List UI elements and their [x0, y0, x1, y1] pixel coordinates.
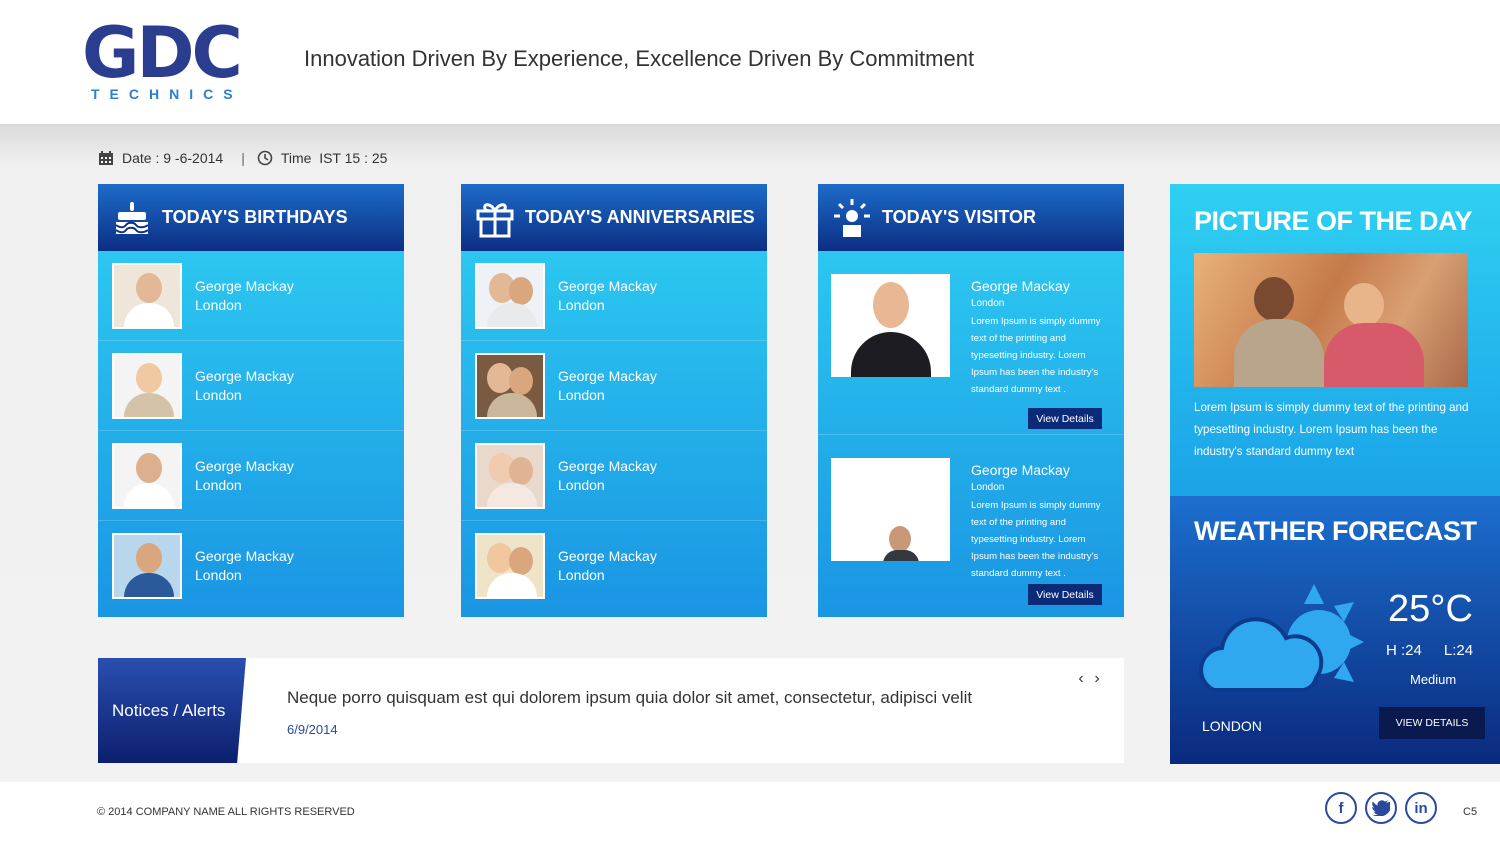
visitor-panel: TODAY'S VISITOR George Mackay London Lor… — [818, 184, 1124, 617]
list-item[interactable]: George Mackay London — [461, 251, 767, 341]
picture-of-day-panel: PICTURE OF THE DAY Lorem Ipsum is simply… — [1170, 184, 1500, 496]
person-name: George Mackay — [195, 548, 294, 564]
person-city: London — [195, 296, 242, 313]
anniversaries-panel: TODAY'S ANNIVERSARIES George Mackay Londo… — [461, 184, 767, 617]
birthdays-header: TODAY'S BIRTHDAYS — [98, 184, 404, 251]
notice-bar: Notices / Alerts Neque porro quisquam es… — [98, 658, 1124, 763]
list-item[interactable]: George Mackay London — [98, 251, 404, 341]
partly-cloudy-icon — [1199, 584, 1364, 692]
logo-subtext: TECHNICS — [91, 86, 243, 102]
separator: | — [241, 150, 245, 166]
time-label: Time — [280, 150, 312, 166]
visitor-description: Lorem Ipsum is simply dummy text of the … — [971, 316, 1101, 395]
anniversaries-title: TODAY'S ANNIVERSARIES — [525, 207, 755, 227]
list-item[interactable]: George Mackay London — [98, 341, 404, 431]
social-links: f in — [1325, 792, 1445, 824]
chevron-left-icon[interactable]: ‹ — [1073, 670, 1089, 688]
clock-icon — [257, 150, 273, 166]
view-details-button[interactable]: View Details — [1028, 584, 1102, 605]
visitor-city: London — [971, 298, 1005, 309]
picture-of-day-image[interactable] — [1194, 253, 1468, 387]
siren-icon — [830, 196, 874, 240]
person-city: London — [558, 296, 605, 313]
person-name: George Mackay — [195, 457, 294, 474]
person-name: George Mackay — [558, 277, 657, 294]
couple-photo — [475, 262, 545, 329]
picture-of-day-text: Lorem Ipsum is simply dummy text of the … — [1194, 401, 1469, 458]
notice-text: Neque porro quisquam est qui dolorem ips… — [287, 688, 973, 707]
person-city: London — [558, 476, 605, 493]
person-name: George Mackay — [558, 367, 657, 384]
weather-city: LONDON — [1202, 718, 1262, 734]
person-photo — [112, 533, 182, 599]
person-city: London — [195, 567, 242, 583]
linkedin-icon[interactable]: in — [1405, 792, 1437, 824]
date-time-bar: Date : 9 -6-2014 | Time IST 15 : 25 — [98, 149, 387, 167]
header: GDC TECHNICS Innovation Driven By Experi… — [0, 0, 1500, 124]
person-name: George Mackay — [195, 277, 294, 294]
visitor-header: TODAY'S VISITOR — [818, 184, 1124, 251]
notice-date: 6/9/2014 — [287, 722, 338, 737]
list-item[interactable]: George Mackay London — [461, 431, 767, 521]
visitor-photo — [831, 274, 950, 377]
person-name: George Mackay — [558, 548, 657, 564]
person-photo — [112, 442, 182, 509]
gift-icon — [473, 196, 517, 240]
high-temp: H :24 — [1386, 642, 1422, 659]
temperature: 25°C — [1388, 588, 1473, 630]
visitor-name: George Mackay — [971, 462, 1070, 478]
view-details-button[interactable]: View Details — [1028, 408, 1102, 429]
visitor-description: Lorem Ipsum is simply dummy text of the … — [971, 500, 1101, 579]
calendar-icon — [99, 151, 113, 165]
person-city: London — [558, 567, 605, 583]
right-column: PICTURE OF THE DAY Lorem Ipsum is simply… — [1170, 184, 1500, 764]
person-name: George Mackay — [558, 457, 657, 474]
person-photo — [112, 352, 182, 419]
chevron-right-icon[interactable]: › — [1089, 670, 1105, 688]
weather-panel: WEATHER FORECAST 25°C H :24 L:24 Medium L… — [1170, 496, 1500, 764]
list-item[interactable]: George Mackay London — [98, 521, 404, 611]
couple-photo — [475, 442, 545, 509]
list-item[interactable]: George Mackay London — [98, 431, 404, 521]
person-city: London — [558, 386, 605, 403]
date-label: Date : — [122, 150, 160, 166]
weather-view-details-button[interactable]: VIEW DETAILS — [1379, 707, 1485, 739]
weather-title: WEATHER FORECAST — [1194, 516, 1477, 546]
visitor-city: London — [971, 482, 1005, 493]
notices-tab[interactable]: Notices / Alerts — [98, 658, 246, 763]
tagline: Innovation Driven By Experience, Excelle… — [304, 46, 975, 71]
person-city: London — [195, 476, 242, 493]
couple-photo — [475, 352, 545, 419]
person-name: George Mackay — [195, 367, 294, 384]
low-temp: L:24 — [1443, 642, 1474, 659]
person-city: London — [195, 386, 242, 403]
facebook-icon[interactable]: f — [1325, 792, 1357, 824]
couple-photo — [475, 533, 545, 599]
version-label: C5 — [1463, 806, 1478, 818]
gdc-logo[interactable]: GDC TECHNICS — [82, 18, 258, 108]
twitter-icon[interactable] — [1365, 792, 1397, 824]
person-photo — [112, 262, 182, 329]
logo-text: GDC — [82, 12, 243, 94]
footer: © 2014 COMPANY NAME ALL RIGHTS RESERVED … — [0, 782, 1500, 844]
date-value: 9 -6-2014 — [163, 150, 224, 166]
weather-condition: Medium — [1410, 672, 1457, 687]
visitor-name: George Mackay — [971, 278, 1070, 294]
list-item[interactable]: George Mackay London — [461, 521, 767, 611]
birthdays-panel: TODAY'S BIRTHDAYS George Mackay London Ge… — [98, 184, 404, 617]
high-low: H :24 L:24 — [1386, 642, 1500, 659]
list-item[interactable]: George Mackay London — [461, 341, 767, 431]
visitor-title: TODAY'S VISITOR — [882, 207, 1036, 227]
notice-arrows: ‹ › — [1073, 670, 1105, 688]
cake-icon — [110, 196, 154, 240]
copyright: © 2014 COMPANY NAME ALL RIGHTS RESERVED — [97, 806, 355, 818]
picture-of-day-title: PICTURE OF THE DAY — [1194, 206, 1473, 236]
birthdays-title: TODAY'S BIRTHDAYS — [162, 207, 348, 227]
time-value: IST 15 : 25 — [319, 150, 388, 166]
anniversaries-header: TODAY'S ANNIVERSARIES — [461, 184, 767, 251]
visitor-photo — [831, 458, 950, 561]
